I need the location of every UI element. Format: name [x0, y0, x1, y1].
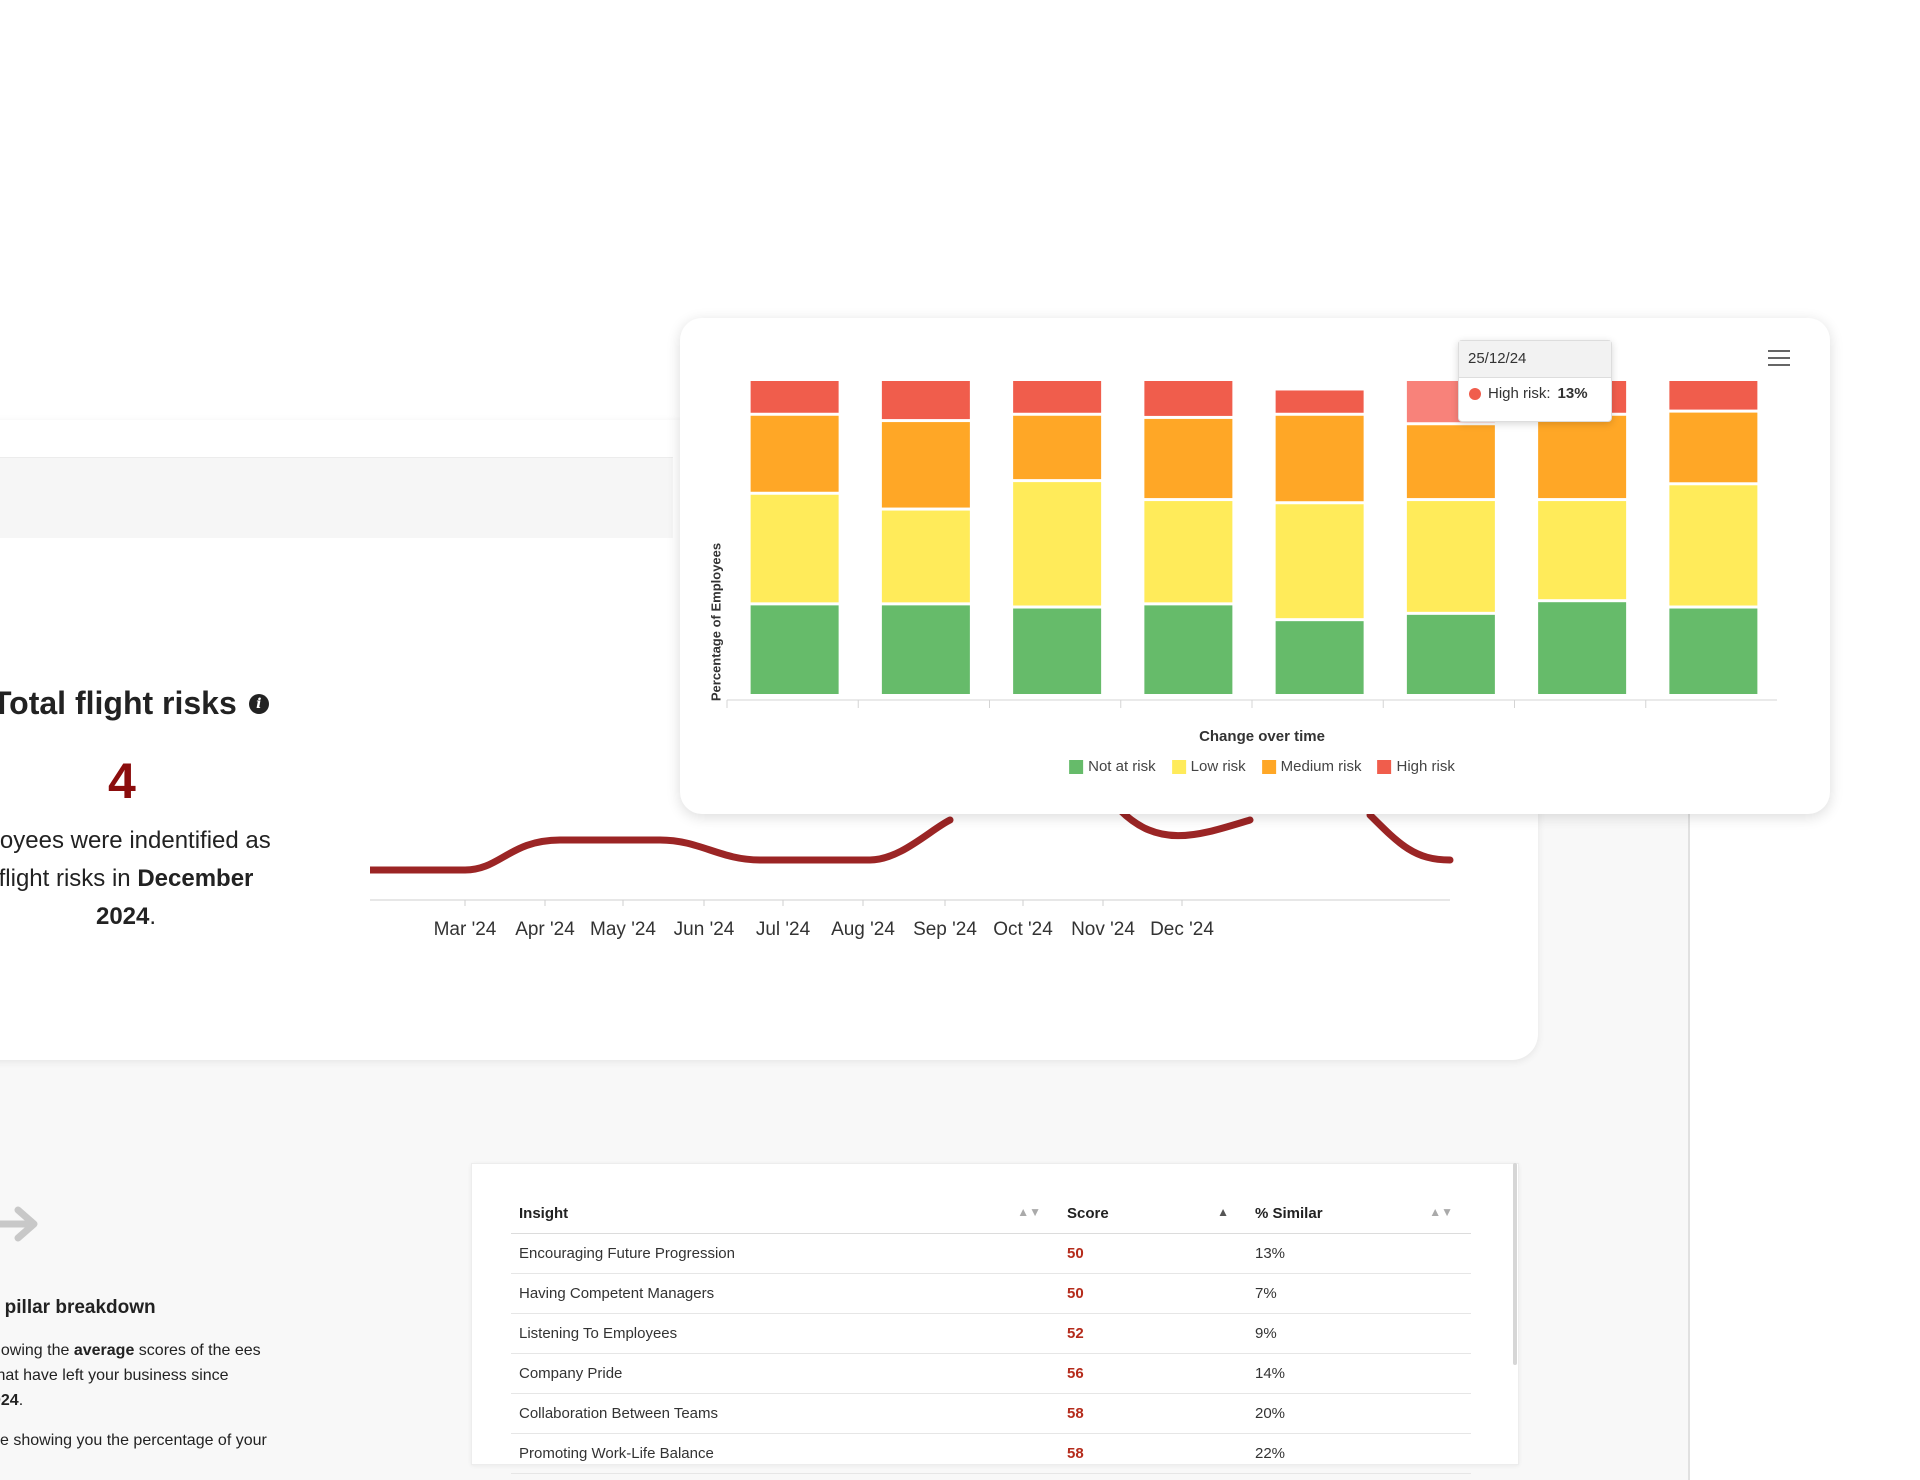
column-header-insight[interactable]: Insight ▲▼ — [511, 1193, 1059, 1234]
column-header-label: Score — [1067, 1204, 1109, 1222]
arrow-right-icon[interactable] — [0, 1205, 44, 1243]
score-cell: 52 — [1059, 1313, 1247, 1354]
pillar-breakdown-description: nowing the average scores of the ees tha… — [0, 1338, 262, 1413]
column-header-similar[interactable]: % Similar ▲▼ — [1247, 1193, 1471, 1234]
x-tick-label: Dec '24 — [1150, 919, 1214, 940]
score-cell: 50 — [1059, 1233, 1247, 1274]
score-cell: 56 — [1059, 1353, 1247, 1394]
pillar-desc-prefix: nowing the — [0, 1342, 70, 1359]
legend-swatch — [1261, 759, 1276, 774]
column-header-score[interactable]: Score ▲ — [1059, 1193, 1247, 1234]
x-tick-label: May '24 — [590, 919, 656, 940]
legend-label: Medium risk — [1280, 758, 1362, 775]
x-tick-label: Jul '24 — [756, 919, 811, 940]
legend-item[interactable]: Medium risk — [1261, 758, 1362, 775]
similar-cell: 9% — [1247, 1313, 1471, 1354]
legend-swatch — [1377, 759, 1392, 774]
legend-item[interactable]: Not at risk — [1069, 758, 1156, 775]
insight-cell: Collaboration Between Teams — [511, 1393, 1059, 1434]
table-row[interactable]: Collaboration Between Teams 58 20% — [511, 1393, 1471, 1434]
pillar-extra-text: se showing you the percentage of your — [0, 1432, 267, 1449]
y-axis-title: Percentage of Employees — [708, 542, 724, 702]
similar-cell: 14% — [1247, 1353, 1471, 1394]
pillar-desc-year: 024 — [0, 1392, 19, 1409]
description-suffix: . — [149, 903, 157, 930]
similar-cell: 20% — [1247, 1393, 1471, 1434]
x-tick-label: Apr '24 — [515, 919, 575, 940]
hamburger-menu-icon[interactable] — [1768, 350, 1790, 366]
sort-icon[interactable]: ▲▼ — [1017, 1205, 1041, 1219]
chart-legend: Not at risk Low risk Medium risk High risk — [1069, 758, 1455, 775]
legend-label: Not at risk — [1088, 758, 1156, 775]
x-tick-label: Sep '24 — [913, 919, 977, 940]
score-cell: 50 — [1059, 1273, 1247, 1314]
flight-risk-count: 4 — [108, 753, 136, 809]
table-row[interactable]: Having Competent Managers 50 7% — [511, 1273, 1471, 1314]
insight-cell: Having Competent Managers — [511, 1273, 1059, 1314]
pillar-desc-suffix: . — [18, 1392, 24, 1409]
flight-risk-title: Total flight risks i — [0, 685, 269, 722]
table-row[interactable]: Company Pride 56 14% — [511, 1353, 1471, 1394]
tooltip-series-label: High risk: — [1488, 385, 1551, 402]
table-row[interactable]: Encouraging Future Progression 50 13% — [511, 1233, 1471, 1274]
x-axis-title: Change over time — [1199, 728, 1325, 745]
insight-cell: Company Pride — [511, 1353, 1059, 1394]
sort-ascending-icon[interactable]: ▲ — [1217, 1205, 1229, 1219]
legend-label: High risk — [1396, 758, 1455, 775]
flight-risk-line-chart: Mar '24 Apr '24 May '24 Jun '24 Jul '24 Aug '… — [370, 806, 1454, 940]
legend-swatch — [1069, 759, 1084, 774]
legend-label: Low risk — [1190, 758, 1246, 775]
table-header-row: Insight ▲▼ Score ▲ % Similar ▲▼ — [511, 1193, 1471, 1234]
x-tick-label: Mar '24 — [434, 919, 497, 940]
info-icon[interactable]: i — [248, 693, 269, 714]
flight-risk-description: ployees were indentified as flight risks… — [0, 822, 282, 936]
similar-cell: 7% — [1247, 1273, 1471, 1314]
legend-item[interactable]: Low risk — [1171, 758, 1246, 775]
flight-risk-title-text: Total flight risks — [0, 685, 237, 721]
flight-risk-trend-line — [370, 806, 1454, 874]
x-tick-label: Oct '24 — [993, 919, 1053, 940]
insight-cell: Listening To Employees — [511, 1313, 1059, 1354]
legend-item[interactable]: High risk — [1377, 758, 1455, 775]
x-tick-label: Nov '24 — [1071, 919, 1135, 940]
pillar-desc-emphasis: average — [73, 1342, 135, 1359]
table-scrollbar[interactable] — [1513, 1163, 1517, 1365]
tooltip-date: 25/12/24 — [1459, 341, 1611, 378]
column-header-label: % Similar — [1255, 1204, 1323, 1222]
table-row[interactable]: Listening To Employees 52 9% — [511, 1313, 1471, 1354]
sort-icon[interactable]: ▲▼ — [1429, 1205, 1453, 1219]
similar-cell: 13% — [1247, 1233, 1471, 1274]
tooltip-value: 13% — [1557, 385, 1588, 402]
x-tick-label: Aug '24 — [831, 919, 895, 940]
score-cell: 58 — [1059, 1393, 1247, 1434]
legend-swatch — [1171, 759, 1186, 774]
pillar-breakdown-title: r pillar breakdown — [0, 1297, 156, 1318]
tooltip-series-dot — [1469, 387, 1481, 400]
insight-table: Insight ▲▼ Score ▲ % Similar ▲▼ Encourag… — [511, 1193, 1471, 1474]
column-header-label: Insight — [519, 1204, 569, 1222]
x-tick-label: Jun '24 — [674, 919, 735, 940]
tooltip-body: High risk: 13% — [1459, 378, 1611, 409]
chart-tooltip: 25/12/24 High risk: 13% — [1458, 340, 1612, 422]
insight-cell: Encouraging Future Progression — [511, 1233, 1059, 1274]
card-header-band — [0, 457, 673, 538]
